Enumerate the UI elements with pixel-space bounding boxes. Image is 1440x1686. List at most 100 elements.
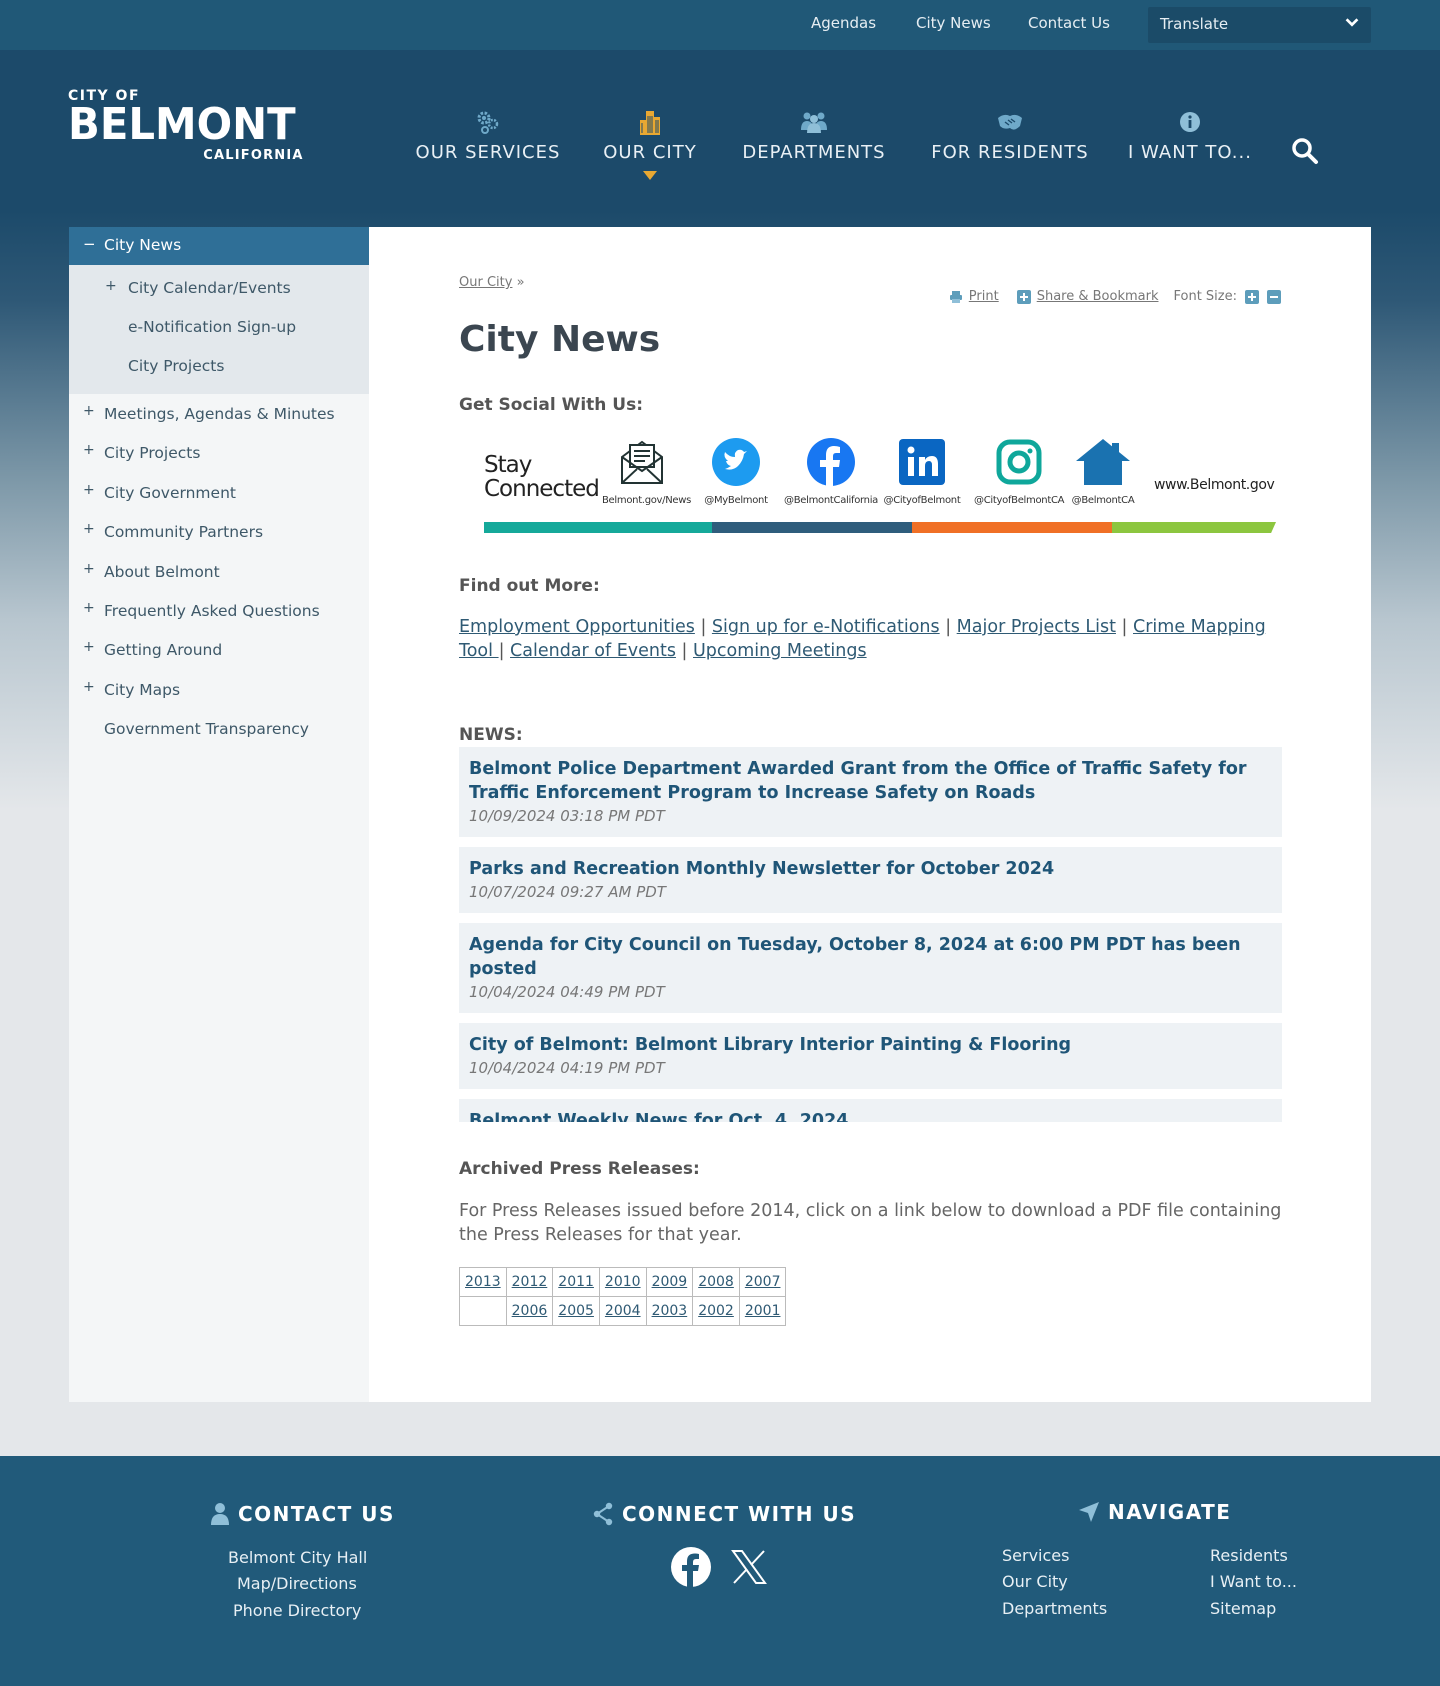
main-navigation: OUR SERVICES OUR CITY DEPARTMENTS FOR RE…: [0, 108, 1440, 198]
nav-departments[interactable]: DEPARTMENTS: [736, 108, 892, 163]
gears-icon: [412, 108, 564, 136]
year-link[interactable]: 2004: [605, 1303, 641, 1319]
nav-i-want-to[interactable]: I WANT TO...: [1128, 108, 1252, 163]
sidebar-subitem-city-projects[interactable]: City Projects: [69, 347, 369, 386]
footer-phone-directory-link[interactable]: Phone Directory: [233, 1601, 361, 1620]
year-link[interactable]: 2006: [512, 1303, 548, 1319]
utility-link-contact-us[interactable]: Contact Us: [1028, 14, 1110, 32]
footer-map-directions-link[interactable]: Map/Directions: [237, 1574, 357, 1593]
breadcrumb-our-city[interactable]: Our City: [459, 275, 512, 290]
sidebar-item-city-maps[interactable]: + City Maps: [69, 670, 369, 709]
major-projects-link[interactable]: Major Projects List: [957, 617, 1116, 637]
nav-our-services[interactable]: OUR SERVICES: [412, 108, 564, 163]
nav-label: I WANT TO...: [1128, 142, 1252, 163]
news-title-link[interactable]: City of Belmont: Belmont Library Interio…: [469, 1033, 1272, 1057]
year-link[interactable]: 2005: [558, 1303, 594, 1319]
expand-toggle[interactable]: +: [83, 679, 95, 695]
footer-residents-link[interactable]: Residents: [1210, 1546, 1288, 1565]
social-news[interactable]: Belmont.gov/News: [602, 437, 691, 506]
expand-toggle[interactable]: +: [83, 442, 95, 458]
sidebar-item-community-partners[interactable]: + Community Partners: [69, 512, 369, 551]
year-link[interactable]: 2003: [652, 1303, 688, 1319]
utility-link-agendas[interactable]: Agendas: [811, 14, 876, 32]
expand-toggle[interactable]: +: [83, 482, 95, 498]
sidebar-item-label: Community Partners: [104, 523, 264, 542]
footer-sitemap-link[interactable]: Sitemap: [1210, 1599, 1276, 1618]
year-link[interactable]: 2001: [745, 1303, 781, 1319]
year-link[interactable]: 2011: [558, 1274, 594, 1290]
year-link[interactable]: 2008: [698, 1274, 734, 1290]
sidebar-item-faq[interactable]: + Frequently Asked Questions: [69, 591, 369, 630]
expand-toggle[interactable]: +: [83, 521, 95, 537]
footer-city-hall-link[interactable]: Belmont City Hall: [228, 1548, 367, 1567]
social-instagram[interactable]: @CityofBelmontCA: [974, 437, 1064, 506]
calendar-events-link[interactable]: Calendar of Events: [510, 641, 676, 661]
year-link[interactable]: 2009: [652, 1274, 688, 1290]
sidebar-item-getting-around[interactable]: + Getting Around: [69, 630, 369, 669]
footer-departments-link[interactable]: Departments: [1002, 1599, 1107, 1618]
handshake-icon: [928, 108, 1092, 136]
employment-link[interactable]: Employment Opportunities: [459, 617, 695, 637]
expand-toggle[interactable]: +: [105, 278, 117, 294]
share-bookmark-link[interactable]: Share & Bookmark: [1037, 289, 1159, 304]
share-plus-icon: [1016, 289, 1031, 304]
breadcrumb-separator: »: [512, 275, 525, 290]
sidebar: − City News + City Calendar/Events e-Not…: [69, 227, 369, 1402]
sidebar-item-meetings[interactable]: + Meetings, Agendas & Minutes: [69, 394, 369, 433]
print-link[interactable]: Print: [969, 289, 999, 304]
year-link[interactable]: 2012: [512, 1274, 548, 1290]
expand-toggle[interactable]: +: [83, 561, 95, 577]
sidebar-item-city-government[interactable]: + City Government: [69, 473, 369, 512]
footer-x-link[interactable]: [730, 1548, 768, 1590]
page-title: City News: [459, 319, 661, 360]
search-button[interactable]: [1290, 136, 1320, 166]
nav-label: FOR RESIDENTS: [931, 142, 1089, 163]
footer-services-link[interactable]: Services: [1002, 1546, 1069, 1565]
facebook-icon: [671, 1547, 711, 1587]
nav-our-city[interactable]: OUR CITY: [600, 108, 700, 180]
year-link[interactable]: 2010: [605, 1274, 641, 1290]
website-text: www.Belmont.gov: [1154, 477, 1275, 493]
year-link[interactable]: 2013: [465, 1274, 501, 1290]
sidebar-item-city-projects[interactable]: + City Projects: [69, 433, 369, 472]
strip-segment: [484, 522, 712, 533]
nav-for-residents[interactable]: FOR RESIDENTS: [928, 108, 1092, 163]
year-link[interactable]: 2007: [745, 1274, 781, 1290]
news-date: 10/04/2024 04:49 PM PDT: [469, 983, 665, 1001]
footer-i-want-to-link[interactable]: I Want to...: [1210, 1572, 1297, 1591]
year-link[interactable]: 2002: [698, 1303, 734, 1319]
year-cell: 2010: [598, 1267, 647, 1297]
font-size-decrease-button[interactable]: [1267, 289, 1281, 304]
sidebar-item-city-news[interactable]: − City News: [69, 227, 369, 265]
upcoming-meetings-link[interactable]: Upcoming Meetings: [693, 641, 867, 661]
font-size-increase-button[interactable]: [1245, 289, 1259, 304]
social-linkedin[interactable]: @CityofBelmont: [882, 437, 962, 506]
expand-toggle[interactable]: +: [83, 403, 95, 419]
sidebar-item-about-belmont[interactable]: + About Belmont: [69, 552, 369, 591]
news-title-link[interactable]: Agenda for City Council on Tuesday, Octo…: [469, 933, 1272, 981]
collapse-toggle[interactable]: −: [83, 235, 96, 253]
footer-our-city-link[interactable]: Our City: [1002, 1572, 1068, 1591]
news-title-link[interactable]: Belmont Police Department Awarded Grant …: [469, 757, 1272, 805]
social-facebook[interactable]: @BelmontCalifornia: [784, 437, 878, 506]
news-title-link[interactable]: Belmont Weekly News for Oct. 4, 2024: [469, 1109, 1272, 1122]
sidebar-subitem-e-notification[interactable]: e-Notification Sign-up: [69, 308, 369, 347]
translate-select[interactable]: Translate: [1148, 7, 1371, 43]
social-nextdoor[interactable]: @BelmontCA: [1068, 437, 1138, 506]
news-title-link[interactable]: Parks and Recreation Monthly Newsletter …: [469, 857, 1272, 881]
expand-toggle[interactable]: +: [83, 600, 95, 616]
twitter-icon: [712, 438, 760, 486]
news-list[interactable]: Belmont Police Department Awarded Grant …: [459, 747, 1282, 1122]
social-twitter[interactable]: @MyBelmont: [696, 437, 776, 506]
heading-text: NAVIGATE: [1108, 1500, 1232, 1524]
sidebar-submenu: + City Calendar/Events e-Notification Si…: [69, 265, 369, 394]
archive-year-table: 2013 2012 2011 2010 2009 2008 2007 2006 …: [459, 1267, 787, 1326]
sidebar-item-government-transparency[interactable]: Government Transparency: [69, 709, 369, 748]
footer-facebook-link[interactable]: [670, 1546, 712, 1592]
social-label: @MyBelmont: [704, 495, 768, 506]
sidebar-subitem-city-calendar[interactable]: + City Calendar/Events: [69, 269, 369, 308]
utility-link-city-news[interactable]: City News: [916, 14, 991, 32]
year-cell: 2004: [598, 1296, 647, 1326]
e-notifications-link[interactable]: Sign up for e-Notifications: [712, 617, 940, 637]
expand-toggle[interactable]: +: [83, 639, 95, 655]
